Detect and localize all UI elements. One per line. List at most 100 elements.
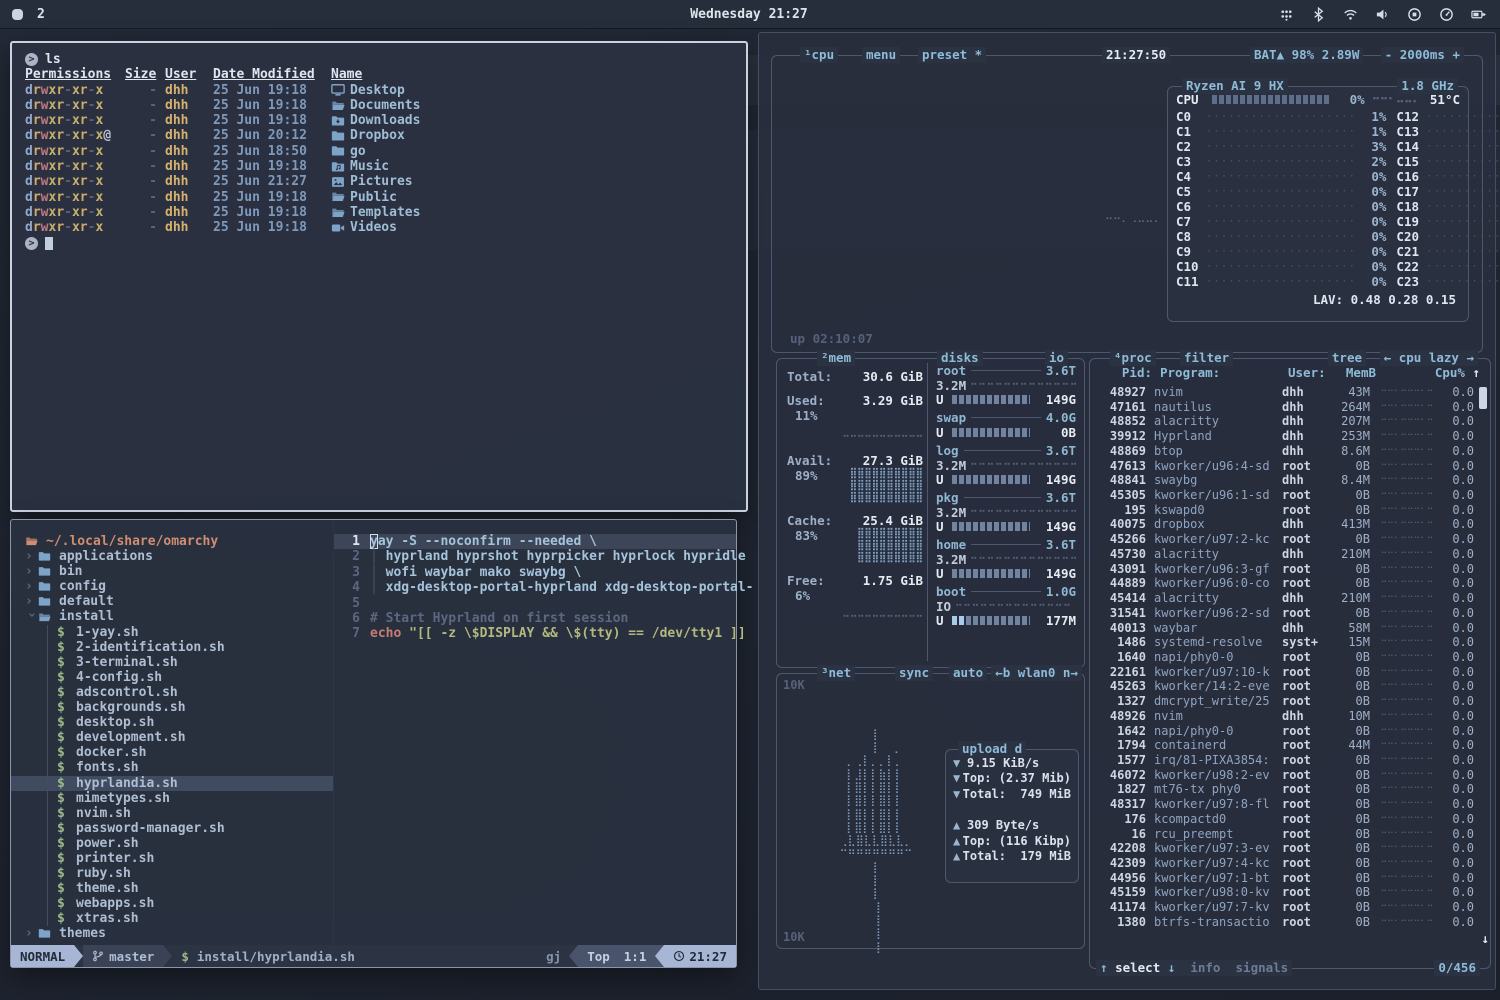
tree-item[interactable]: › themes [11, 926, 333, 941]
proc-header-pid[interactable]: Pid: [1096, 365, 1152, 380]
net-interface[interactable]: ←b wlan0 n→ [991, 665, 1082, 681]
tree-item[interactable]: $ docker.sh [11, 745, 333, 760]
process-row[interactable]: 40013 waybar dhh 58M 0.0 [1090, 621, 1476, 636]
tree-item[interactable]: $ nvim.sh [11, 806, 333, 821]
tray-icon[interactable] [1407, 7, 1422, 22]
tray-icon[interactable] [1439, 7, 1454, 22]
tree-item[interactable]: $ 1-yay.sh [11, 625, 333, 640]
process-row[interactable]: 1327 dmcrypt_write/25 root 0B 0.0 [1090, 694, 1476, 709]
tray-icon[interactable] [1471, 7, 1486, 22]
menu-button[interactable]: menu [862, 47, 900, 63]
tab-proc[interactable]: ⁴proc [1110, 350, 1156, 366]
tree-item[interactable]: $ webapps.sh [11, 896, 333, 911]
process-row[interactable]: 43091 kworker/u96:3-gf root 0B 0.0 [1090, 562, 1476, 577]
tree-item[interactable]: $ development.sh [11, 730, 333, 745]
process-row[interactable]: 48869 btop dhh 8.6M 0.0 [1090, 444, 1476, 459]
tree-item[interactable]: $ power.sh [11, 836, 333, 851]
tree-item[interactable]: $ printer.sh [11, 851, 333, 866]
tree-item[interactable]: $ theme.sh [11, 881, 333, 896]
process-row[interactable]: 45414 alacritty dhh 210M 0.0 [1090, 591, 1476, 606]
proc-filter-button[interactable]: filter [1180, 350, 1233, 366]
process-row[interactable]: 176 kcompactd0 root 0B 0.0 [1090, 812, 1476, 827]
tab-mem[interactable]: ²mem [817, 350, 855, 366]
proc-footer-keys[interactable]: ↑ select ↓ info signals [1096, 960, 1292, 976]
tree-item[interactable]: $ backgrounds.sh [11, 700, 333, 715]
process-row[interactable]: 41174 kworker/u97:7-kv root 0B 0.0 [1090, 900, 1476, 915]
update-interval[interactable]: - 2000ms + [1381, 47, 1464, 63]
net-sync-button[interactable]: sync [895, 665, 933, 681]
tab-cpu[interactable]: ¹cpu [800, 47, 838, 63]
process-row[interactable]: 1577 irq/81-PIXA3854: root 0B 0.0 [1090, 753, 1476, 768]
file-size: - [125, 220, 157, 235]
tree-item[interactable]: $ 2-identification.sh [11, 640, 333, 655]
process-row[interactable]: 47613 kworker/u96:4-sd root 0B 0.0 [1090, 459, 1476, 474]
tree-item[interactable]: › config [11, 579, 333, 594]
process-row[interactable]: 1794 containerd root 44M 0.0 [1090, 738, 1476, 753]
tree-root[interactable]: ~/.local/share/omarchy [11, 534, 333, 549]
process-row[interactable]: 48317 kworker/u97:8-fl root 0B 0.0 [1090, 797, 1476, 812]
process-row[interactable]: 1827 mt76-tx phy0 root 0B 0.0 [1090, 782, 1476, 797]
process-row[interactable]: 46072 kworker/u98:2-ev root 0B 0.0 [1090, 768, 1476, 783]
tray-icon[interactable] [1311, 7, 1326, 22]
proc-sort-selector[interactable]: ← cpu lazy → [1380, 350, 1478, 366]
process-row[interactable]: 44956 kworker/u97:1-bt root 0B 0.0 [1090, 871, 1476, 886]
workspace-number[interactable]: 2 [37, 7, 45, 22]
process-row[interactable]: 31541 kworker/u96:2-sd root 0B 0.0 [1090, 606, 1476, 621]
process-row[interactable]: 45263 kworker/14:2-eve root 0B 0.0 [1090, 679, 1476, 694]
process-row[interactable]: 45305 kworker/u96:1-sd root 0B 0.0 [1090, 488, 1476, 503]
process-row[interactable]: 22161 kworker/u97:10-k root 0B 0.0 [1090, 665, 1476, 680]
proc-tree-button[interactable]: tree [1328, 350, 1366, 366]
process-row[interactable]: 48927 nvim dhh 43M 0.0 [1090, 385, 1476, 400]
tree-item[interactable]: $ password-manager.sh [11, 821, 333, 836]
process-row[interactable]: 45159 kworker/u98:0-kv root 0B 0.0 [1090, 885, 1476, 900]
process-row[interactable]: 1640 napi/phy0-0 root 0B 0.0 [1090, 650, 1476, 665]
tree-item[interactable]: › bin [11, 564, 333, 579]
tree-item[interactable]: $ ruby.sh [11, 866, 333, 881]
process-row[interactable]: 16 rcu_preempt root 0B 0.0 [1090, 827, 1476, 842]
tree-item[interactable]: $ desktop.sh [11, 715, 333, 730]
file-owner: dhh [165, 159, 205, 174]
process-row[interactable]: 42208 kworker/u97:3-ev root 0B 0.0 [1090, 841, 1476, 856]
process-row[interactable]: 40075 dropbox dhh 413M 0.0 [1090, 517, 1476, 532]
tray-icon[interactable] [1343, 7, 1358, 22]
proc-header-cpu[interactable]: Cpu% ↑ [1376, 365, 1484, 380]
process-user: root [1282, 694, 1328, 709]
tree-item[interactable]: $ xtras.sh [11, 911, 333, 926]
process-row[interactable]: 48926 nvim dhh 10M 0.0 [1090, 709, 1476, 724]
process-row[interactable]: 1380 btrfs-transactio root 0B 0.0 [1090, 915, 1476, 930]
process-row[interactable]: 1486 systemd-resolve syst+ 15M 0.0 [1090, 635, 1476, 650]
proc-header-mem[interactable]: MemB [1334, 365, 1376, 380]
tree-item[interactable]: $ adscontrol.sh [11, 685, 333, 700]
process-row[interactable]: 1642 napi/phy0-0 root 0B 0.0 [1090, 724, 1476, 739]
process-row[interactable]: 48841 swaybg dhh 8.4M 0.0 [1090, 473, 1476, 488]
process-row[interactable]: 48852 alacritty dhh 207M 0.0 [1090, 414, 1476, 429]
editor-buffer[interactable]: 1yay -S --noconfirm --needed \2│ hyprlan… [333, 520, 736, 945]
prompt-line[interactable]: > [25, 236, 746, 251]
tree-item[interactable]: $ 4-config.sh [11, 670, 333, 685]
process-row[interactable]: 39912 Hyprland dhh 253M 0.0 [1090, 429, 1476, 444]
tree-item[interactable]: $ fonts.sh [11, 760, 333, 775]
proc-scrollbar-thumb[interactable] [1479, 387, 1487, 409]
preset-button[interactable]: preset * [918, 47, 986, 63]
proc-header-program[interactable]: Program: [1152, 365, 1288, 380]
process-row[interactable]: 45266 kworker/u97:2-kc root 0B 0.0 [1090, 532, 1476, 547]
net-auto-button[interactable]: auto [949, 665, 987, 681]
process-row[interactable]: 47161 nautilus dhh 264M 0.0 [1090, 400, 1476, 415]
tab-net[interactable]: ³net [817, 665, 855, 681]
scroll-down-icon[interactable]: ↓ [1481, 931, 1489, 946]
tray-icon[interactable] [1375, 7, 1390, 22]
tree-item[interactable]: $ hyprlandia.sh [11, 776, 333, 791]
tree-item[interactable]: › applications [11, 549, 333, 564]
tree-item[interactable]: $ 3-terminal.sh [11, 655, 333, 670]
workspace-indicator-icon[interactable] [12, 9, 23, 20]
net-stat-row [953, 802, 1071, 818]
tree-item[interactable]: $ mimetypes.sh [11, 791, 333, 806]
process-row[interactable]: 44889 kworker/u96:0-co root 0B 0.0 [1090, 576, 1476, 591]
process-row[interactable]: 45730 alacritty dhh 210M 0.0 [1090, 547, 1476, 562]
tree-item[interactable]: › default [11, 594, 333, 609]
process-row[interactable]: 195 kswapd0 root 0B 0.0 [1090, 503, 1476, 518]
tray-icon[interactable] [1279, 7, 1294, 22]
proc-header-user[interactable]: User: [1288, 365, 1334, 380]
process-row[interactable]: 42309 kworker/u97:4-kc root 0B 0.0 [1090, 856, 1476, 871]
tree-item[interactable]: › install [11, 609, 333, 624]
